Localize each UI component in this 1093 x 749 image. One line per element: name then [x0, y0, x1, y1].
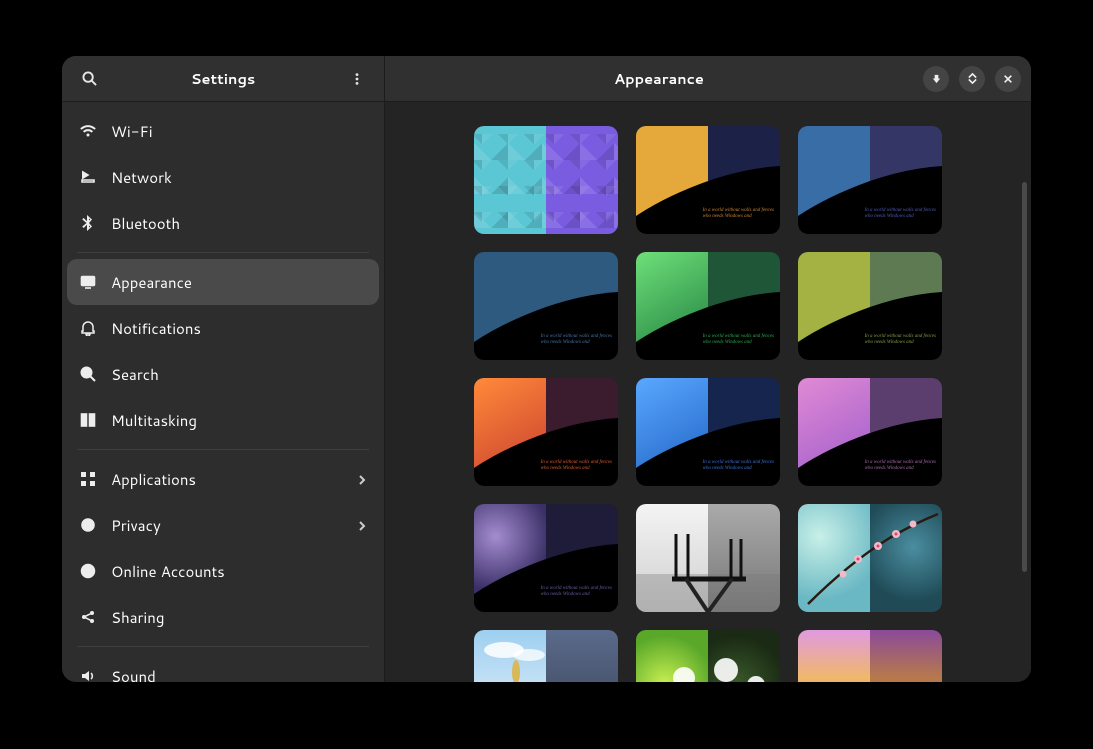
- sidebar-item-label: Wi-Fi: [111, 121, 367, 142]
- menu-button[interactable]: [340, 62, 374, 96]
- wallpaper-quote: In a world without walls and fenceswho n…: [703, 460, 774, 472]
- share-icon: [79, 608, 97, 626]
- sidebar-item-network[interactable]: Network: [67, 154, 379, 200]
- wallpaper-grid: In a world without walls and fenceswho n…: [474, 102, 942, 682]
- sidebar: Settings Wi-Fi Network Bluetooth Appearance…: [62, 56, 385, 682]
- sidebar-item-multitasking[interactable]: Multitasking: [67, 397, 379, 443]
- main-header: Appearance: [385, 56, 1031, 102]
- wallpaper-hill-pink-violet[interactable]: In a world without walls and fenceswho n…: [798, 378, 942, 486]
- wallpaper-quote: In a world without walls and fenceswho n…: [865, 334, 936, 346]
- sidebar-item-applications[interactable]: Applications: [67, 456, 379, 502]
- close-button[interactable]: [995, 66, 1021, 92]
- wallpaper-hill-amber-navy[interactable]: In a world without walls and fenceswho n…: [636, 126, 780, 234]
- wallpaper-wheat-sky[interactable]: [474, 630, 618, 682]
- sidebar-title: Settings: [106, 68, 340, 89]
- wallpaper-quote: In a world without walls and fenceswho n…: [703, 208, 774, 220]
- sound-icon: [79, 667, 97, 682]
- minimize-icon: [931, 73, 942, 84]
- sidebar-item-label: Appearance: [111, 272, 367, 293]
- wallpaper-dark-half: [546, 126, 618, 234]
- sidebar-item-wi-fi[interactable]: Wi-Fi: [67, 108, 379, 154]
- page-title: Appearance: [395, 68, 923, 89]
- chevron-right-icon: [357, 515, 367, 536]
- sidebar-item-bluetooth[interactable]: Bluetooth: [67, 200, 379, 246]
- sidebar-item-label: Applications: [111, 469, 343, 490]
- wallpaper-dandelion-green[interactable]: [636, 630, 780, 682]
- wallpaper-milkyway-night[interactable]: In a world without walls and fenceswho n…: [474, 504, 618, 612]
- sidebar-header: Settings: [62, 56, 384, 102]
- wallpaper-hill-skyblue-navy[interactable]: In a world without walls and fenceswho n…: [636, 378, 780, 486]
- sidebar-item-online-accounts[interactable]: Online Accounts: [67, 548, 379, 594]
- chevron-right-icon: [357, 469, 367, 490]
- network-icon: [79, 168, 97, 186]
- bell-icon: [79, 319, 97, 337]
- search-button[interactable]: [72, 62, 106, 96]
- wallpaper-hill-green-emerald[interactable]: In a world without walls and fenceswho n…: [636, 252, 780, 360]
- sidebar-item-notifications[interactable]: Notifications: [67, 305, 379, 351]
- sidebar-item-search[interactable]: Search: [67, 351, 379, 397]
- search-icon: [82, 71, 97, 86]
- wallpaper-scroll[interactable]: In a world without walls and fenceswho n…: [385, 102, 1031, 682]
- sidebar-item-label: Multitasking: [111, 410, 367, 431]
- settings-window: Settings Wi-Fi Network Bluetooth Appearance…: [62, 56, 1031, 682]
- dock-graphic: [636, 504, 780, 612]
- nav-separator: [77, 646, 369, 647]
- maximize-button[interactable]: [959, 66, 985, 92]
- sidebar-item-sound[interactable]: Sound: [67, 653, 379, 682]
- sidebar-item-label: Sharing: [111, 607, 367, 628]
- sidebar-item-label: Online Accounts: [111, 561, 367, 582]
- dandelion-graphic: [636, 630, 780, 682]
- close-icon: [1003, 74, 1013, 84]
- sidebar-item-appearance[interactable]: Appearance: [67, 259, 379, 305]
- wallpaper-hill-orange-maroon[interactable]: In a world without walls and fenceswho n…: [474, 378, 618, 486]
- sidebar-item-privacy[interactable]: Privacy: [67, 502, 379, 548]
- scrollbar[interactable]: [1022, 182, 1027, 572]
- wallpaper-quote: In a world without walls and fenceswho n…: [703, 334, 774, 346]
- sidebar-item-label: Notifications: [111, 318, 367, 339]
- wallpaper-dock-bw[interactable]: [636, 504, 780, 612]
- wallpaper-hill-blue-indigo[interactable]: In a world without walls and fenceswho n…: [798, 126, 942, 234]
- window-buttons: [923, 66, 1021, 92]
- wallpaper-cherry-blossom[interactable]: [798, 504, 942, 612]
- minimize-button[interactable]: [923, 66, 949, 92]
- wheat-graphic: [474, 630, 618, 682]
- sidebar-item-sharing[interactable]: Sharing: [67, 594, 379, 640]
- wallpaper-sunset-figure[interactable]: [798, 630, 942, 682]
- bluetooth-icon: [79, 214, 97, 232]
- apps-icon: [79, 470, 97, 488]
- sidebar-item-label: Search: [111, 364, 367, 385]
- nav-separator: [77, 449, 369, 450]
- wallpaper-geometric-cyan-purple[interactable]: [474, 126, 618, 234]
- sidebar-item-label: Network: [111, 167, 367, 188]
- blossom-graphic: [798, 504, 942, 612]
- kebab-icon: [350, 72, 364, 86]
- sidebar-nav: Wi-Fi Network Bluetooth Appearance Notificat…: [62, 102, 384, 682]
- sidebar-item-label: Sound: [111, 666, 367, 683]
- wallpaper-hill-steelblue-plain[interactable]: In a world without walls and fenceswho n…: [474, 252, 618, 360]
- wallpaper-quote: In a world without walls and fenceswho n…: [865, 208, 936, 220]
- wallpaper-quote: In a world without walls and fenceswho n…: [865, 460, 936, 472]
- maximize-icon: [967, 73, 978, 84]
- wallpaper-light-half: [474, 126, 546, 234]
- nav-separator: [77, 252, 369, 253]
- sidebar-item-label: Bluetooth: [111, 213, 367, 234]
- wallpaper-hill-olive-sage[interactable]: In a world without walls and fenceswho n…: [798, 252, 942, 360]
- display-icon: [79, 273, 97, 291]
- search-icon: [79, 365, 97, 383]
- multitask-icon: [79, 411, 97, 429]
- main-pane: Appearance In a world without walls and …: [385, 56, 1031, 682]
- wifi-icon: [79, 122, 97, 140]
- sunset-graphic: [798, 630, 942, 682]
- wallpaper-quote: In a world without walls and fenceswho n…: [541, 460, 612, 472]
- at-icon: [79, 562, 97, 580]
- privacy-icon: [79, 516, 97, 534]
- wallpaper-quote: In a world without walls and fenceswho n…: [541, 334, 612, 346]
- wallpaper-quote: In a world without walls and fenceswho n…: [541, 586, 612, 598]
- sidebar-item-label: Privacy: [111, 515, 343, 536]
